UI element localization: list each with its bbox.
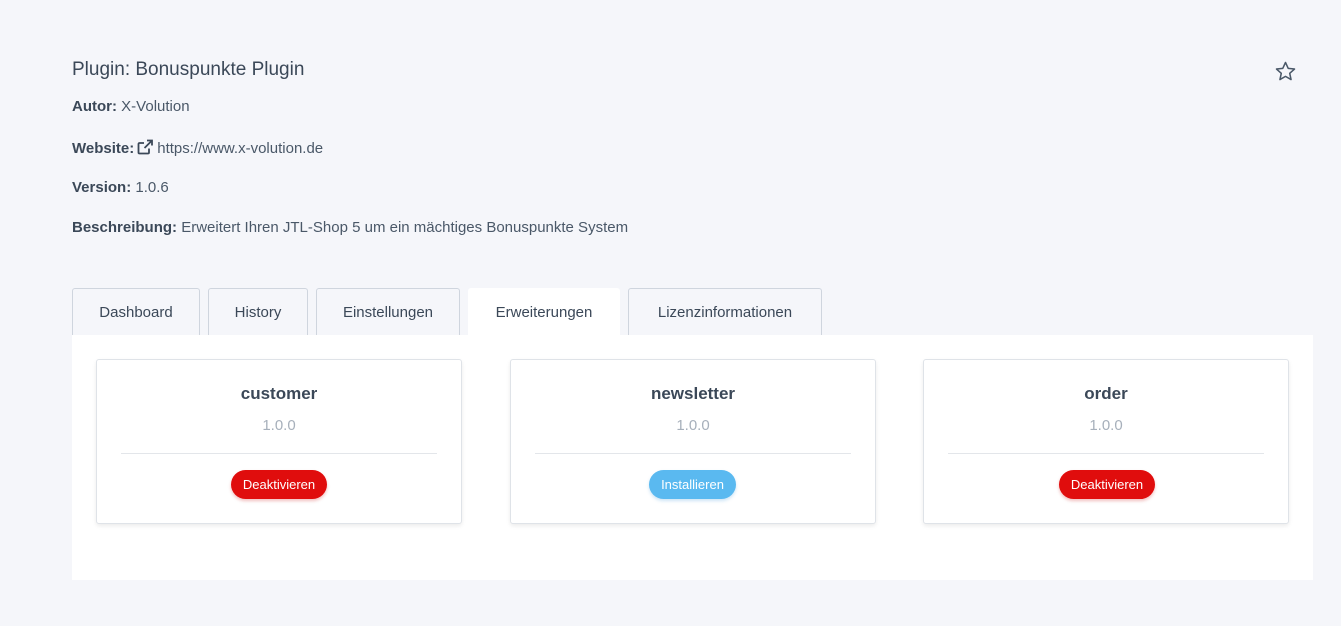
extension-name: newsletter (650, 384, 736, 403)
extension-name: customer (240, 384, 318, 403)
extension-version: 1.0.0 (1089, 417, 1123, 434)
extension-card-order: order 1.0.0 Deaktivieren (923, 359, 1289, 524)
plugin-detail-page: Plugin: Bonuspunkte Plugin Autor: X-Volu… (0, 0, 1341, 626)
website-label: Website: (72, 140, 135, 157)
deactivate-order-button[interactable]: Deaktivieren (1059, 470, 1155, 499)
extension-version: 1.0.0 (262, 417, 296, 434)
author-row: Autor: X-Volution (72, 98, 190, 115)
description-label: Beschreibung: (72, 219, 178, 236)
version-label: Version: (72, 179, 132, 196)
extension-card-customer: customer 1.0.0 Deaktivieren (96, 359, 462, 524)
extensions-panel: customer 1.0.0 Deaktivieren newsletter 1… (72, 335, 1313, 580)
tab-einstellungen[interactable]: Einstellungen (316, 288, 460, 335)
author-value: X-Volution (121, 98, 190, 115)
tab-dashboard[interactable]: Dashboard (72, 288, 200, 335)
tab-history[interactable]: History (208, 288, 308, 335)
tab-lizenzinformationen[interactable]: Lizenzinformationen (628, 288, 822, 335)
extension-name: order (1084, 384, 1128, 403)
card-divider (535, 453, 851, 454)
star-icon[interactable] (1274, 60, 1297, 83)
author-label: Autor: (72, 98, 117, 115)
external-link-icon (137, 139, 154, 159)
tab-erweiterungen[interactable]: Erweiterungen (468, 288, 620, 336)
description-value: Erweitert Ihren JTL-Shop 5 um ein mächti… (181, 219, 629, 236)
extension-card-newsletter: newsletter 1.0.0 Installieren (510, 359, 876, 524)
card-divider (948, 453, 1264, 454)
card-divider (121, 453, 437, 454)
install-newsletter-button[interactable]: Installieren (649, 470, 736, 499)
description-row: Beschreibung: Erweitert Ihren JTL-Shop 5… (72, 219, 628, 236)
website-link[interactable]: https://www.x-volution.de (157, 140, 323, 157)
website-row: Website: https://www.x-volution.de (72, 139, 323, 159)
extension-version: 1.0.0 (676, 417, 710, 434)
page-title: Plugin: Bonuspunkte Plugin (72, 59, 305, 80)
deactivate-customer-button[interactable]: Deaktivieren (231, 470, 327, 499)
version-value: 1.0.6 (135, 179, 169, 196)
version-row: Version: 1.0.6 (72, 179, 169, 196)
